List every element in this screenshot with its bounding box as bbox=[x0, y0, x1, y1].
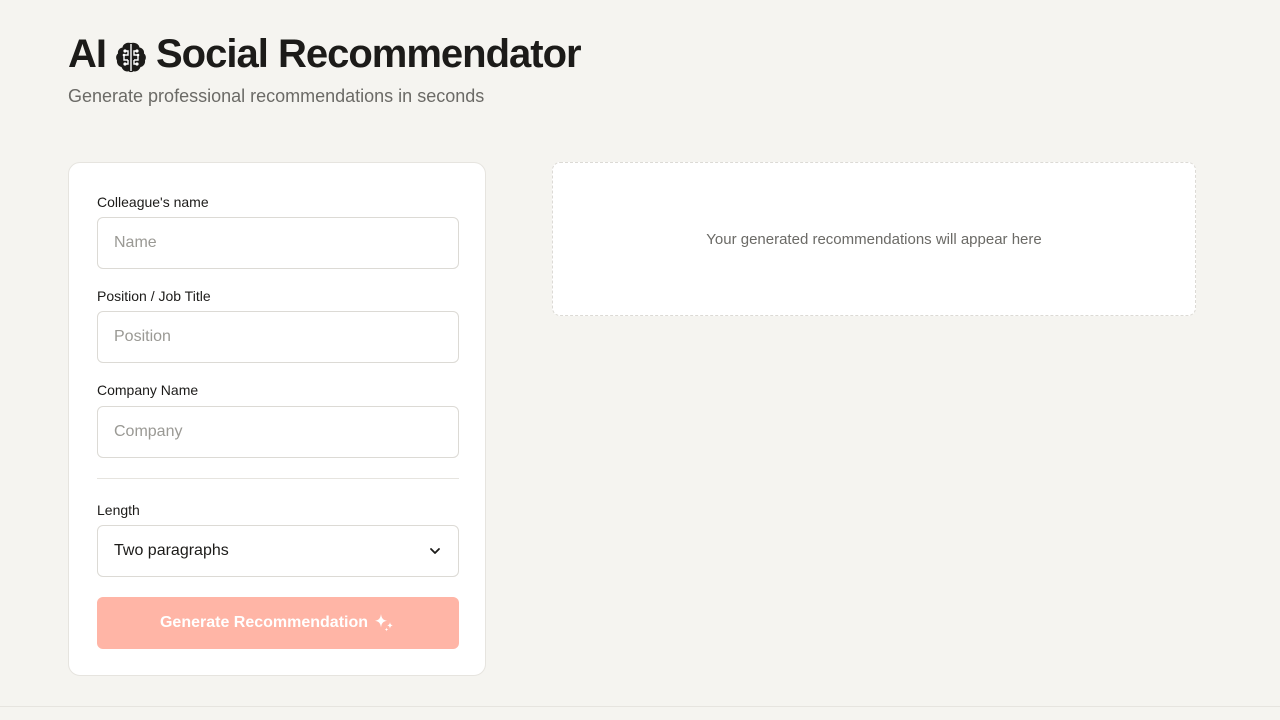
generate-recommendation-button[interactable]: Generate Recommendation bbox=[97, 597, 459, 649]
company-name-input[interactable] bbox=[97, 406, 459, 458]
form-divider bbox=[97, 478, 459, 479]
position-input[interactable] bbox=[97, 311, 459, 363]
page-title: AI Social Recommendator bbox=[68, 28, 582, 80]
page: AI Social Recommendator Generate profess… bbox=[0, 0, 1280, 720]
chevron-down-icon bbox=[428, 544, 442, 558]
length-selected-value: Two paragraphs bbox=[114, 542, 229, 559]
title-suffix: Social Recommendator bbox=[156, 32, 582, 76]
generate-button-label: Generate Recommendation bbox=[159, 614, 369, 631]
output-placeholder-text: Your generated recommendations will appe… bbox=[706, 230, 1042, 248]
header: AI Social Recommendator Generate profess… bbox=[68, 28, 582, 107]
page-bottom-divider bbox=[0, 706, 1280, 707]
page-subtitle: Generate professional recommendations in… bbox=[68, 86, 485, 106]
length-select[interactable]: Two paragraphs bbox=[97, 525, 459, 577]
colleague-name-input[interactable] bbox=[97, 217, 459, 269]
position-label: Position / Job Title bbox=[97, 288, 211, 304]
length-label: Length bbox=[97, 502, 140, 518]
recommendation-form: Colleague's name Position / Job Title Co… bbox=[68, 162, 486, 676]
company-name-label: Company Name bbox=[97, 382, 199, 398]
brain-icon bbox=[113, 36, 149, 73]
title-prefix: AI bbox=[68, 32, 107, 76]
colleague-name-label: Colleague's name bbox=[97, 194, 209, 210]
sparkles-icon bbox=[372, 612, 396, 634]
recommendation-output-panel: Your generated recommendations will appe… bbox=[552, 162, 1196, 316]
